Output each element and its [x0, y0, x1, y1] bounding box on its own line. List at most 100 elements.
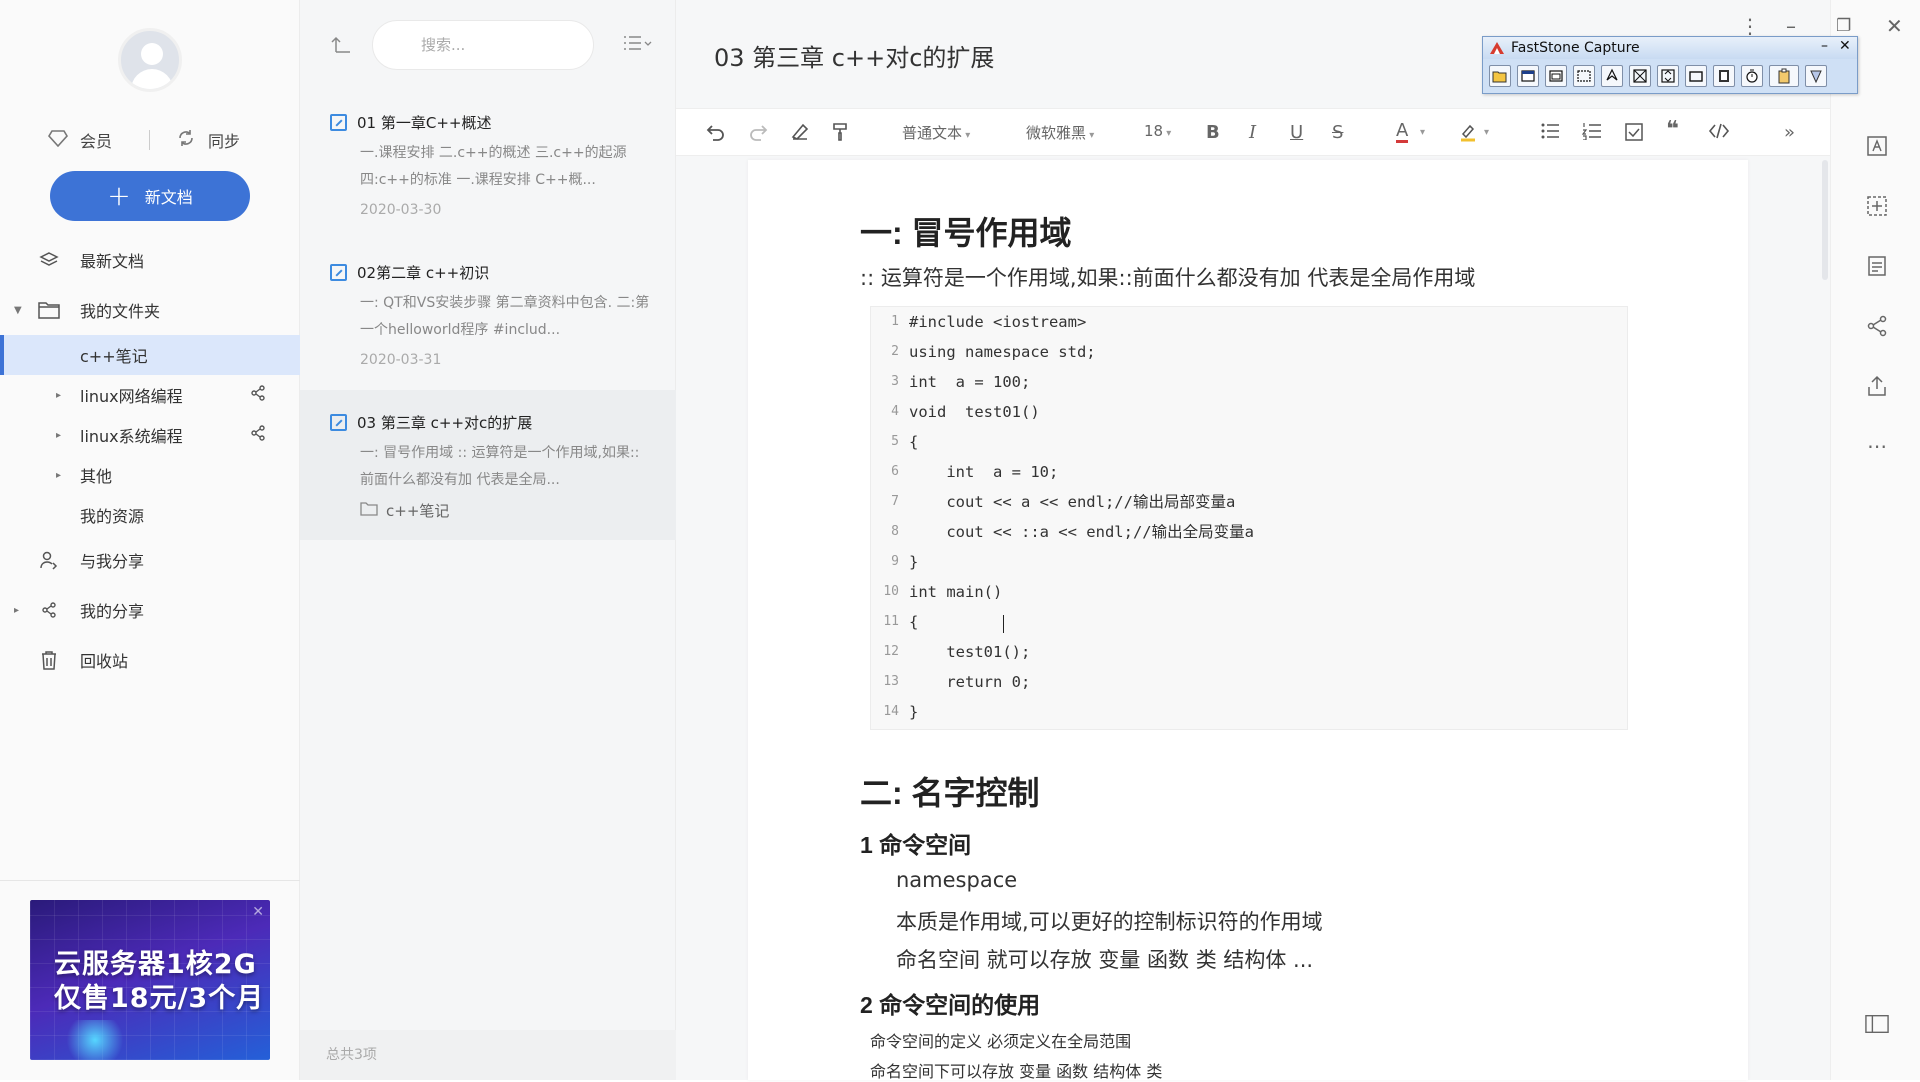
- close-icon[interactable]: ✕: [252, 904, 264, 920]
- document-title[interactable]: 03 第三章 c++对c的扩展: [714, 38, 994, 73]
- open-icon[interactable]: [1489, 65, 1511, 87]
- font-family-select[interactable]: 微软雅黑: [1026, 122, 1094, 143]
- paragraph-style-select[interactable]: 普通文本: [902, 122, 970, 143]
- code-text: int a = 100;: [909, 373, 1031, 391]
- share-icon[interactable]: [250, 385, 266, 405]
- font-color-icon[interactable]: A: [1396, 122, 1409, 143]
- delay-icon[interactable]: [1741, 65, 1763, 87]
- sidebar-toggle-icon[interactable]: [1865, 1012, 1889, 1036]
- capture-fullscreen-icon[interactable]: [1629, 65, 1651, 87]
- sidebar-item-linux-network[interactable]: ▸ linux网络编程: [0, 375, 300, 415]
- document-page[interactable]: 一: 冒号作用域 :: 运算符是一个作用域,如果::前面什么都没有加 代表是全局…: [748, 160, 1748, 1081]
- note-item[interactable]: 02第二章 c++初识 一: QT和VS安装步骤 第二章资料中包含. 二:第一个…: [300, 250, 676, 380]
- capture-window-icon[interactable]: [1517, 65, 1539, 87]
- note-item-selected[interactable]: 03 第三章 c++对c的扩展 一: 冒号作用域 :: 运算符是一个作用域,如果…: [300, 390, 676, 540]
- user-avatar[interactable]: [118, 28, 182, 92]
- more-icon[interactable]: ⋯: [1865, 434, 1889, 458]
- vip-button[interactable]: 会员: [48, 128, 112, 152]
- chevron-right-icon[interactable]: ▸: [14, 605, 19, 616]
- sidebar-item-my-shares[interactable]: ▸ 我的分享: [0, 590, 300, 630]
- undo-icon[interactable]: [704, 122, 726, 146]
- strikethrough-icon[interactable]: S: [1332, 122, 1343, 143]
- italic-icon[interactable]: I: [1249, 122, 1256, 143]
- code-text: cout << a << endl;//输出局部变量a: [909, 493, 1236, 511]
- capture-freehand-icon[interactable]: [1601, 65, 1623, 87]
- bold-icon[interactable]: B: [1206, 122, 1220, 143]
- share-icon[interactable]: [250, 425, 266, 445]
- restore-icon[interactable]: ❐: [1836, 16, 1851, 36]
- checkbox-icon[interactable]: [1624, 122, 1644, 146]
- kebab-menu-icon[interactable]: ⋮: [1740, 14, 1760, 38]
- redo-icon[interactable]: [748, 122, 770, 146]
- more-tools-icon[interactable]: »: [1784, 122, 1795, 143]
- capture-scrolling-icon[interactable]: [1657, 65, 1679, 87]
- code-line: 12 test01();: [871, 637, 1627, 667]
- note-folder: c++笔记: [360, 500, 449, 521]
- faststone-capture-toolbar[interactable]: FastStone Capture – ✕: [1482, 36, 1858, 94]
- sync-button[interactable]: 同步: [176, 128, 240, 152]
- chevron-right-icon[interactable]: ▸: [56, 430, 61, 441]
- text-recognition-icon[interactable]: [1865, 134, 1889, 158]
- format-painter-icon[interactable]: [832, 122, 850, 146]
- faststone-tool-icons: [1483, 59, 1857, 87]
- code-block[interactable]: 1 #include <iostream> 2 using namespace st…: [870, 306, 1628, 730]
- faststone-logo-icon: [1489, 41, 1505, 55]
- font-size-select[interactable]: 18: [1144, 122, 1171, 140]
- back-up-icon[interactable]: [330, 34, 352, 59]
- new-document-button[interactable]: + 新文档: [50, 171, 250, 221]
- chevron-right-icon[interactable]: ▸: [56, 470, 61, 481]
- share-icon[interactable]: [1865, 314, 1889, 338]
- note-edit-icon: [330, 414, 347, 431]
- close-window-icon[interactable]: ✕: [1886, 14, 1903, 38]
- advertisement-banner[interactable]: 云服务器1核2G 仅售18元/3个月 ✕: [30, 900, 270, 1060]
- sidebar-item-my-resources[interactable]: 我的资源: [0, 495, 300, 535]
- insert-icon[interactable]: [1865, 194, 1889, 218]
- list-item: 命名空间 就可以存放 变量 函数 类 结构体 ...: [896, 948, 1314, 972]
- underline-icon[interactable]: U: [1290, 122, 1303, 143]
- capture-object-icon[interactable]: [1545, 65, 1567, 87]
- note-date: 2020-03-30: [360, 202, 442, 218]
- chevron-down-icon[interactable]: ▼: [14, 305, 22, 316]
- code-line: 7 cout << a << endl;//输出局部变量a: [871, 487, 1627, 517]
- sidebar-item-recent[interactable]: 最新文档: [0, 240, 300, 280]
- sidebar-item-trash[interactable]: 回收站: [0, 640, 300, 680]
- sidebar-item-my-folders[interactable]: ▼ 我的文件夹: [0, 290, 300, 330]
- code-line: 1 #include <iostream>: [871, 307, 1627, 337]
- output-clipboard-icon[interactable]: [1769, 65, 1799, 87]
- settings-icon[interactable]: [1805, 65, 1827, 87]
- chevron-down-icon[interactable]: ▾: [1484, 127, 1489, 138]
- numbered-list-icon[interactable]: [1581, 122, 1602, 144]
- capture-fixed-region-icon[interactable]: [1685, 65, 1707, 87]
- note-summary: 一: QT和VS安装步骤 第二章资料中包含. 二:第一个helloworld程序…: [360, 295, 650, 338]
- bullet-list-icon[interactable]: [1540, 122, 1560, 144]
- account-row: 会员 同步: [0, 128, 300, 154]
- sidebar-item-label: 回收站: [80, 652, 129, 671]
- chevron-down-icon[interactable]: ▾: [1420, 127, 1425, 138]
- scrollbar[interactable]: [1822, 160, 1828, 280]
- minimize-icon[interactable]: –: [1786, 14, 1796, 38]
- sidebar-item-linux-system[interactable]: ▸ linux系统编程: [0, 415, 300, 455]
- code-text: void test01(): [909, 403, 1040, 421]
- editor-area: 03 第三章 c++对c的扩展 普通文本 微软雅黑 18 B I U S A ▾…: [676, 0, 1830, 1081]
- minimize-icon[interactable]: –: [1821, 38, 1828, 54]
- export-icon[interactable]: [1865, 374, 1889, 398]
- sidebar-item-label: linux网络编程: [80, 387, 183, 406]
- sidebar-item-shared-with-me[interactable]: 与我分享: [0, 540, 300, 580]
- faststone-titlebar[interactable]: FastStone Capture – ✕: [1483, 37, 1857, 59]
- chevron-right-icon[interactable]: ▸: [56, 390, 61, 401]
- search-input[interactable]: 搜索...: [372, 20, 594, 70]
- code-line: 4 void test01(): [871, 397, 1627, 427]
- code-block-icon[interactable]: [1708, 122, 1730, 144]
- close-icon[interactable]: ✕: [1839, 38, 1851, 54]
- divider: [149, 130, 150, 150]
- capture-region-icon[interactable]: [1573, 65, 1595, 87]
- screen-record-icon[interactable]: [1713, 65, 1735, 87]
- note-item[interactable]: 01 第一章C++概述 一.课程安排 二.c++的概述 三.c++的起源 四:c…: [300, 100, 676, 230]
- sidebar-item-other[interactable]: ▸ 其他: [0, 455, 300, 495]
- sidebar-item-cpp-notes[interactable]: c++笔记: [0, 335, 300, 375]
- eraser-icon[interactable]: [790, 122, 810, 146]
- outline-icon[interactable]: [1865, 254, 1889, 278]
- quote-icon[interactable]: ❝: [1666, 117, 1679, 142]
- list-view-icon[interactable]: [622, 34, 652, 56]
- highlight-icon[interactable]: [1458, 122, 1478, 146]
